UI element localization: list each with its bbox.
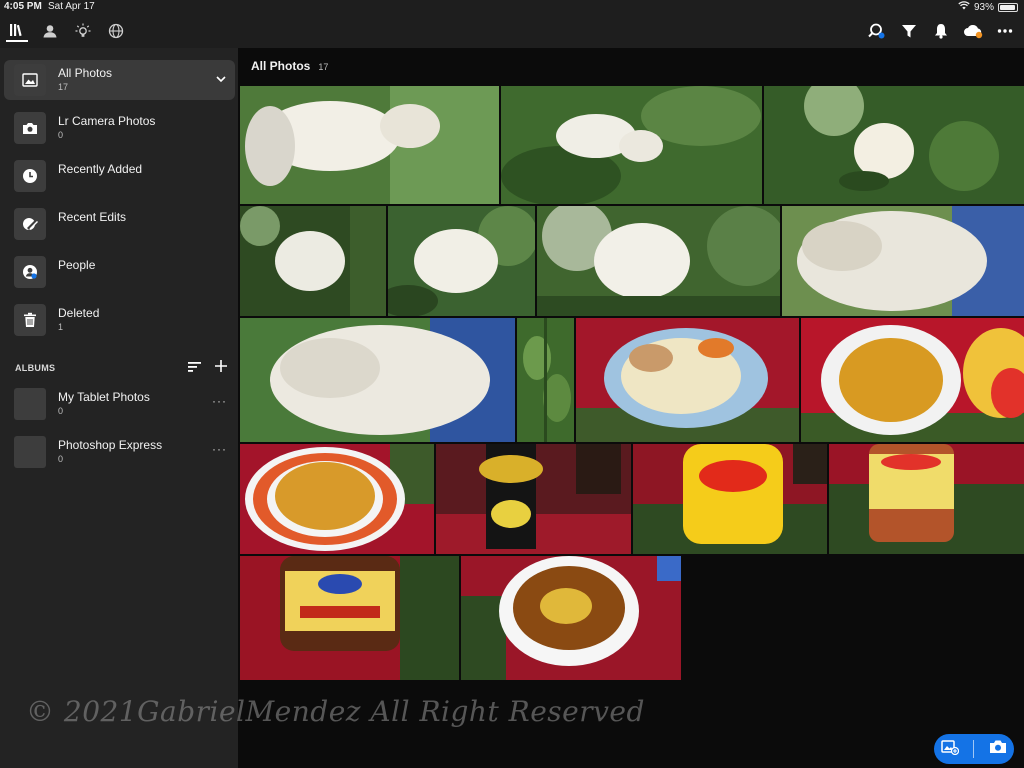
photo-thumbnail[interactable]	[829, 444, 1024, 554]
sidebar-item-label: Deleted	[58, 306, 100, 320]
status-indicators: 93%	[958, 1, 1018, 13]
photo-thumbnail[interactable]	[633, 444, 827, 554]
status-time: 4:05 PM	[4, 1, 42, 12]
camera-capture-icon[interactable]	[989, 739, 1007, 759]
photo-count: 17	[318, 62, 329, 72]
albums-title: ALBUMS	[15, 363, 56, 373]
learn-icon[interactable]	[72, 20, 94, 42]
sidebar-item-recently-added[interactable]: Recently Added	[4, 156, 235, 196]
sidebar-item-label: All Photos	[58, 66, 113, 80]
photo-thumbnail[interactable]	[782, 206, 1024, 316]
battery-icon	[998, 2, 1018, 12]
sidebar-item-count: 0	[58, 130, 64, 140]
sidebar-item-label: Recently Added	[58, 162, 143, 176]
fab-divider	[973, 740, 975, 758]
sort-icon[interactable]	[188, 360, 202, 379]
albums-header: ALBUMS	[15, 358, 230, 378]
photo-thumbnail[interactable]	[240, 318, 515, 442]
clock-icon	[14, 160, 46, 192]
sidebar-item-deleted[interactable]: Deleted 1	[4, 300, 235, 340]
photo-thumbnail[interactable]	[461, 556, 681, 680]
notifications-icon[interactable]	[930, 20, 952, 42]
more-icon[interactable]	[994, 20, 1016, 42]
sidebar-item-lr-camera-photos[interactable]: Lr Camera Photos 0	[4, 108, 235, 148]
chevron-down-icon[interactable]	[215, 72, 227, 90]
photo-thumbnail[interactable]	[764, 86, 1024, 204]
sidebar-item-count: 17	[58, 82, 69, 92]
sidebar-item-label: Recent Edits	[58, 210, 127, 224]
add-photos-fab	[934, 734, 1014, 764]
photo-grid	[240, 86, 1024, 680]
camera-icon	[14, 112, 46, 144]
photo-thumbnail[interactable]	[537, 206, 780, 316]
sidebar-item-all-photos[interactable]: All Photos 17	[4, 60, 235, 100]
trash-icon	[14, 304, 46, 336]
album-more-icon[interactable]: ···	[212, 394, 227, 408]
album-label: My Tablet Photos	[58, 390, 150, 404]
photo-thumbnail[interactable]	[388, 206, 535, 316]
search-icon[interactable]	[866, 20, 888, 42]
photos-icon	[14, 64, 46, 96]
photo-thumbnail[interactable]	[240, 556, 459, 680]
sidebar-item-label: People	[58, 258, 96, 272]
add-album-icon[interactable]	[214, 359, 228, 378]
album-label: Photoshop Express	[58, 438, 163, 452]
photo-thumbnail[interactable]	[436, 444, 631, 554]
cloud-sync-icon[interactable]	[962, 20, 984, 42]
people-icon[interactable]	[39, 20, 61, 42]
discover-icon[interactable]	[105, 20, 127, 42]
photo-thumbnail[interactable]	[240, 444, 434, 554]
sidebar-item-count: 1	[58, 322, 64, 332]
library-icon[interactable]	[6, 20, 28, 42]
album-my-tablet-photos[interactable]: My Tablet Photos 0 ···	[4, 384, 235, 424]
photo-thumbnail[interactable]	[801, 318, 1024, 442]
battery-percent: 93%	[973, 1, 994, 13]
page-title: All Photos	[251, 59, 311, 73]
photo-thumbnail[interactable]	[240, 206, 386, 316]
album-thumbnail	[14, 388, 46, 420]
photo-thumbnail[interactable]	[240, 86, 499, 204]
status-bar: 4:05 PM Sat Apr 17 93%	[0, 0, 1024, 14]
edit-icon	[14, 208, 46, 240]
sidebar-item-label: Lr Camera Photos	[58, 114, 156, 128]
status-date: Sat Apr 17	[48, 1, 95, 12]
album-count: 0	[58, 454, 64, 464]
filter-icon[interactable]	[898, 20, 920, 42]
photo-thumbnail[interactable]	[576, 318, 799, 442]
watermark: © 2021GabrielMendez All Right Reserved	[26, 695, 645, 728]
sidebar: All Photos 17 Lr Camera Photos 0 Recentl…	[0, 48, 238, 768]
top-toolbar	[0, 14, 1024, 48]
album-more-icon[interactable]: ···	[212, 442, 227, 456]
album-thumbnail	[14, 436, 46, 468]
photo-thumbnail[interactable]	[501, 86, 762, 204]
album-count: 0	[58, 406, 64, 416]
person-icon	[14, 256, 46, 288]
photo-thumbnail[interactable]	[517, 318, 574, 442]
add-photos-icon[interactable]	[941, 739, 960, 760]
album-photoshop-express[interactable]: Photoshop Express 0 ···	[4, 432, 235, 472]
sidebar-item-people[interactable]: People	[4, 252, 235, 292]
main-header: All Photos 17	[251, 59, 328, 73]
wifi-icon	[958, 1, 970, 13]
sidebar-item-recent-edits[interactable]: Recent Edits	[4, 204, 235, 244]
